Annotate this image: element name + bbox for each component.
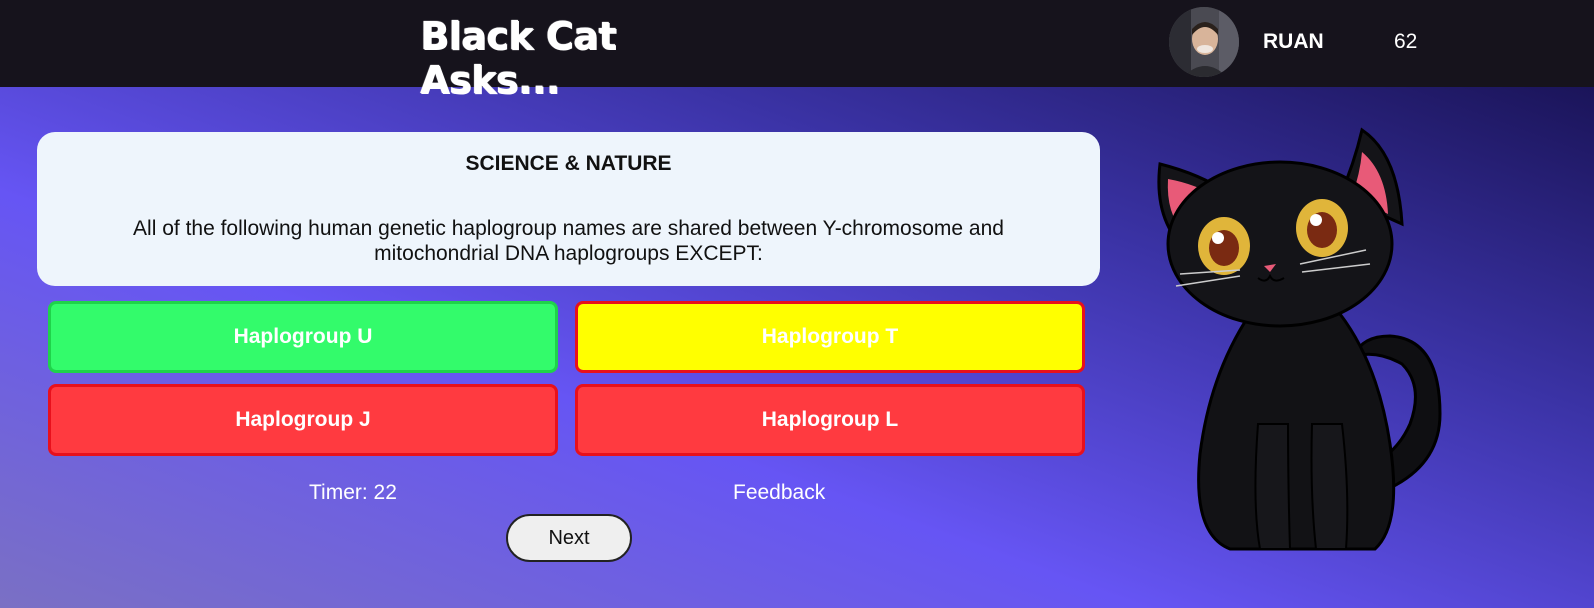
answer-button-4[interactable]: Haplogroup L	[575, 384, 1085, 456]
answer-button-2[interactable]: Haplogroup T	[575, 301, 1085, 373]
question-category: SCIENCE & NATURE	[465, 152, 672, 175]
black-cat-mascot-image	[1140, 124, 1470, 564]
timer-text: Timer: 22	[309, 481, 397, 504]
username: RUAN	[1263, 30, 1324, 53]
question-text: All of the following human genetic haplo…	[133, 217, 1004, 265]
feedback-text: Feedback	[733, 481, 826, 504]
answer-button-1[interactable]: Haplogroup U	[48, 301, 558, 373]
next-button[interactable]: Next	[506, 514, 632, 562]
user-avatar[interactable]	[1169, 7, 1239, 77]
score-value: 62	[1394, 30, 1418, 53]
top-bar: Black Cat Asks... RUAN 62	[0, 0, 1594, 102]
app-title: Black Cat Asks...	[420, 14, 616, 102]
answer-button-3[interactable]: Haplogroup J	[48, 384, 558, 456]
question-card: SCIENCE & NATURE All of the following hu…	[37, 132, 1100, 286]
